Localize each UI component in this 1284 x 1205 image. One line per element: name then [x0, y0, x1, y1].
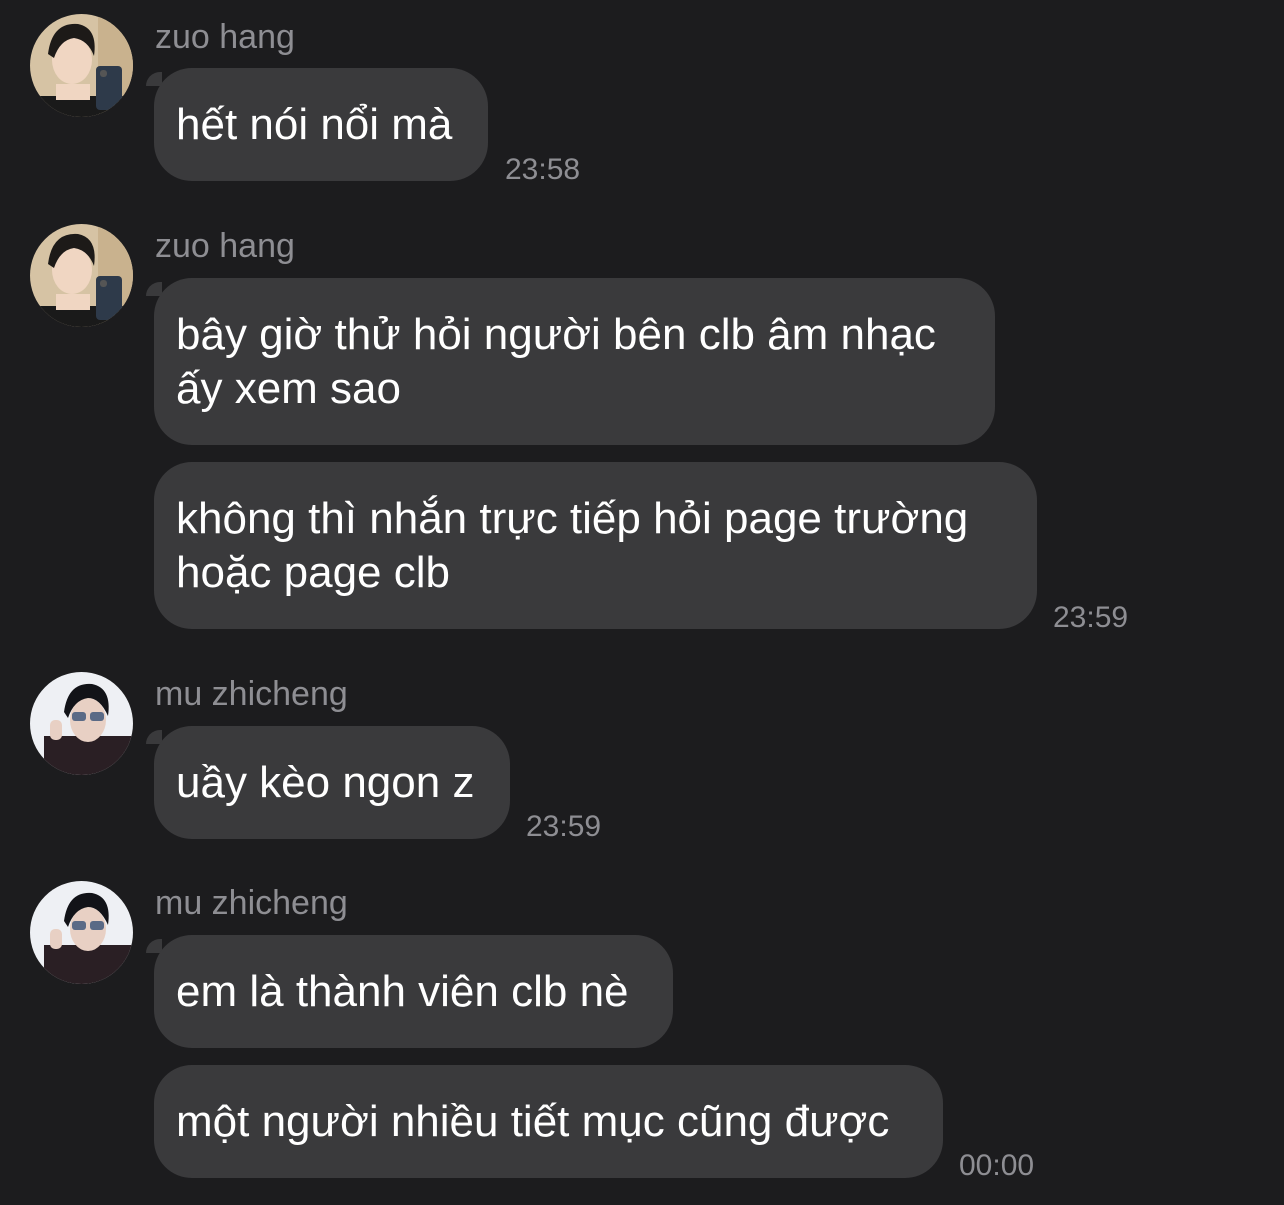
message-bubble[interactable]: uầy kèo ngon z [154, 726, 510, 839]
message-timestamp: 00:00 [959, 1149, 1035, 1182]
message-text: ấy xem sao [176, 363, 401, 413]
message-text: bây giờ thử hỏi người bên clb âm nhạc [176, 309, 936, 359]
zuo-hang-avatar[interactable] [30, 224, 133, 327]
message-bubble[interactable]: bây giờ thử hỏi người bên clb âm nhạc ấy… [154, 278, 995, 445]
message-text: uầy kèo ngon z [176, 757, 475, 807]
message-text: không thì nhắn trực tiếp hỏi page trường [176, 493, 969, 543]
sender-name: mu zhicheng [155, 884, 348, 922]
mu-zhicheng-avatar[interactable] [30, 672, 133, 775]
message-bubble[interactable]: không thì nhắn trực tiếp hỏi page trường… [154, 462, 1037, 629]
message-text: em là thành viên clb nè [176, 966, 629, 1016]
message-text: hoặc page clb [176, 547, 450, 597]
message-text: một người nhiều tiết mục cũng được [176, 1096, 890, 1146]
message-bubble[interactable]: hết nói nổi mà [154, 68, 488, 181]
sender-name: zuo hang [155, 18, 295, 56]
message-bubble[interactable]: em là thành viên clb nè [154, 935, 673, 1048]
message-text: hết nói nổi mà [176, 99, 453, 149]
mu-zhicheng-avatar[interactable] [30, 881, 133, 984]
sender-name: mu zhicheng [155, 675, 348, 713]
message-timestamp: 23:59 [1053, 601, 1129, 634]
message-bubble[interactable]: một người nhiều tiết mục cũng được [154, 1065, 943, 1178]
message-timestamp: 23:58 [505, 153, 581, 186]
zuo-hang-avatar[interactable] [30, 14, 133, 117]
message-timestamp: 23:59 [526, 810, 602, 843]
sender-name: zuo hang [155, 227, 295, 265]
